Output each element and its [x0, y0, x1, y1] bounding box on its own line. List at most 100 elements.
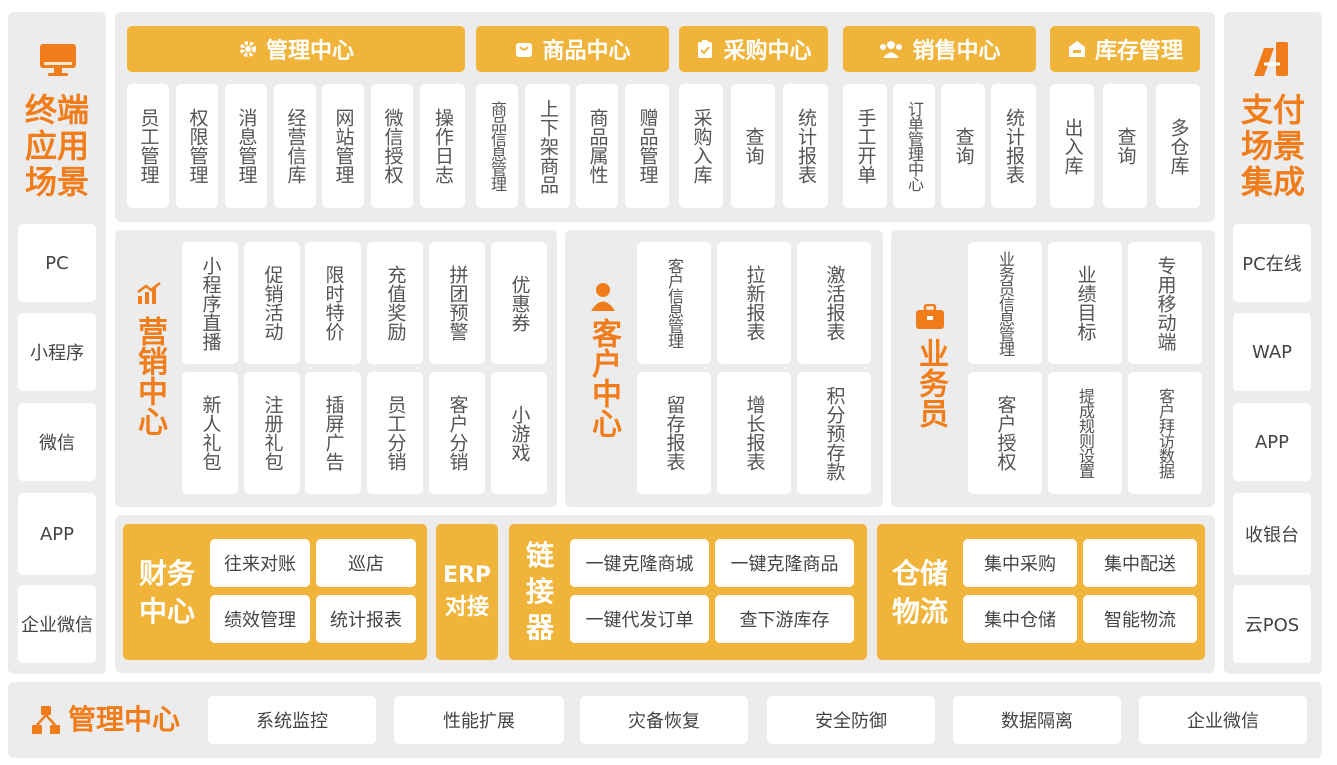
header-sales-center-label: 销售中心 [912, 39, 1001, 64]
finance-item: 巡店 [316, 539, 416, 587]
marketing-item: 优惠券 [491, 242, 547, 364]
payment-icon [1250, 40, 1292, 80]
module-item-label: 查询 [742, 127, 765, 165]
module-item: 经营信库 [274, 84, 316, 208]
module-item-label: 消息管理 [235, 108, 258, 184]
finance-item: 往来对账 [210, 539, 310, 587]
customer-item-label: 积分预存款 [823, 385, 846, 481]
salesperson-item-label: 客户授权 [994, 395, 1017, 471]
footer-item-system-monitoring: 系统监控 [208, 696, 376, 744]
customer-item: 积分预存款 [797, 372, 871, 494]
customer-item-label: 增长报表 [743, 395, 766, 471]
marketing-item: 促销活动 [244, 242, 300, 364]
module-item: 出入库 [1050, 84, 1094, 208]
marketing-item-label: 员工分销 [384, 395, 407, 471]
module-item: 查询 [1103, 84, 1147, 208]
module-item-label: 商品信息管理 [488, 101, 507, 191]
warehouse-item: 集中配送 [1083, 539, 1197, 587]
module-item: 微信授权 [371, 84, 413, 208]
marketing-item-label: 小程序直播 [199, 255, 222, 351]
terminal-item-miniprogram: 小程序 [18, 313, 96, 391]
warehouse-item: 集中仓储 [963, 595, 1077, 643]
terminal-item-pc: PC [18, 224, 96, 302]
module-item: 多仓库 [1156, 84, 1200, 208]
customer-item: 拉新报表 [717, 242, 791, 364]
marketing-item-label: 优惠券 [508, 274, 531, 332]
marketing-item-label: 促销活动 [261, 265, 284, 341]
module-item-label: 商品属性 [586, 108, 609, 184]
module-item-label: 上下架商品 [537, 98, 559, 194]
salesperson-item-label: 专用移动端 [1154, 255, 1177, 351]
footer-item-disaster-recovery: 灾备恢复 [580, 696, 748, 744]
module-item: 采购入库 [679, 84, 723, 208]
marketing-item: 注册礼包 [244, 372, 300, 494]
module-item: 权限管理 [176, 84, 218, 208]
bag-icon [516, 43, 533, 57]
salesperson-item-label: 业绩目标 [1074, 265, 1097, 341]
header-purchase-center: 采购中心 [679, 26, 828, 72]
terminal-item-wecom: 企业微信 [18, 585, 96, 663]
finance-item: 统计报表 [316, 595, 416, 643]
header-inventory-management: 库存管理 [1050, 26, 1200, 72]
module-item: 商品信息管理 [476, 84, 518, 208]
module-item-label: 赠品管理 [636, 108, 659, 184]
footer-item-security-defense: 安全防御 [767, 696, 935, 744]
salesperson-item: 业务员信息管理 [968, 242, 1042, 364]
finance-item: 绩效管理 [210, 595, 310, 643]
footer-item-wecom: 企业微信 [1139, 696, 1307, 744]
footer-item-performance-scaling: 性能扩展 [394, 696, 564, 744]
salesperson-item: 专用移动端 [1128, 242, 1202, 364]
marketing-item: 限时特价 [305, 242, 361, 364]
briefcase-icon [915, 303, 945, 330]
module-item-label: 订单管理中心 [905, 101, 924, 191]
module-item: 手工开单 [843, 84, 887, 208]
marketing-item: 拼团预警 [429, 242, 485, 364]
payment-item-cashier: 收银台 [1233, 493, 1311, 575]
marketing-item: 小程序直播 [182, 242, 238, 364]
module-item-label: 查询 [1114, 127, 1137, 165]
marketing-item: 客户分销 [429, 372, 485, 494]
customer-item-label: 留存报表 [663, 395, 686, 471]
warehouse-icon [1068, 41, 1085, 57]
payment-item-cloud-pos: 云POS [1233, 585, 1311, 663]
marketing-item: 员工分销 [367, 372, 423, 494]
customer-item: 留存报表 [637, 372, 711, 494]
module-item-label: 统计报表 [795, 108, 817, 184]
module-item-label: 统计报表 [1003, 108, 1025, 184]
module-item-label: 采购入库 [690, 108, 713, 184]
warehouse-item: 集中采购 [963, 539, 1077, 587]
terminal-item-wechat: 微信 [18, 403, 96, 481]
network-icon [30, 704, 62, 736]
salesperson-item-label: 客户拜访数据 [1156, 388, 1175, 478]
monitor-icon [38, 40, 78, 80]
salesperson-item: 客户拜访数据 [1128, 372, 1202, 494]
chart-icon [136, 282, 162, 306]
marketing-item-label: 新人礼包 [199, 395, 222, 471]
module-item: 操作日志 [420, 84, 465, 208]
salesperson-item: 提成规则设置 [1048, 372, 1122, 494]
module-item: 查询 [941, 84, 985, 208]
linker-item: 查下游库存 [715, 595, 854, 643]
module-item-label: 经营信库 [284, 108, 307, 184]
module-item-label: 网站管理 [332, 108, 355, 184]
module-item-label: 手工开单 [854, 108, 877, 184]
module-item: 上下架商品 [525, 84, 570, 208]
payment-item-pc-online: PC在线 [1233, 224, 1311, 302]
salesperson-item: 客户授权 [968, 372, 1042, 494]
marketing-item-label: 充值奖励 [384, 265, 407, 341]
header-management-center-label: 管理中心 [265, 39, 354, 64]
module-item: 统计报表 [783, 84, 828, 208]
marketing-item-label: 拼团预警 [446, 265, 469, 341]
finance-center-title: 财务 中心 [138, 557, 195, 628]
module-item: 员工管理 [127, 84, 169, 208]
payment-scenes-title: 支付 场景 集成 [1240, 91, 1305, 201]
marketing-item: 新人礼包 [182, 372, 238, 494]
header-purchase-center-label: 采购中心 [723, 39, 812, 64]
linker-item: 一键克隆商城 [570, 539, 709, 587]
salesperson-title: 业务员 [913, 338, 948, 428]
header-product-center-label: 商品中心 [542, 39, 631, 64]
module-item-label: 微信授权 [381, 108, 404, 184]
module-item: 赠品管理 [625, 84, 669, 208]
customer-item-label: 客户信息管理 [665, 258, 684, 348]
module-item: 商品属性 [576, 84, 618, 208]
